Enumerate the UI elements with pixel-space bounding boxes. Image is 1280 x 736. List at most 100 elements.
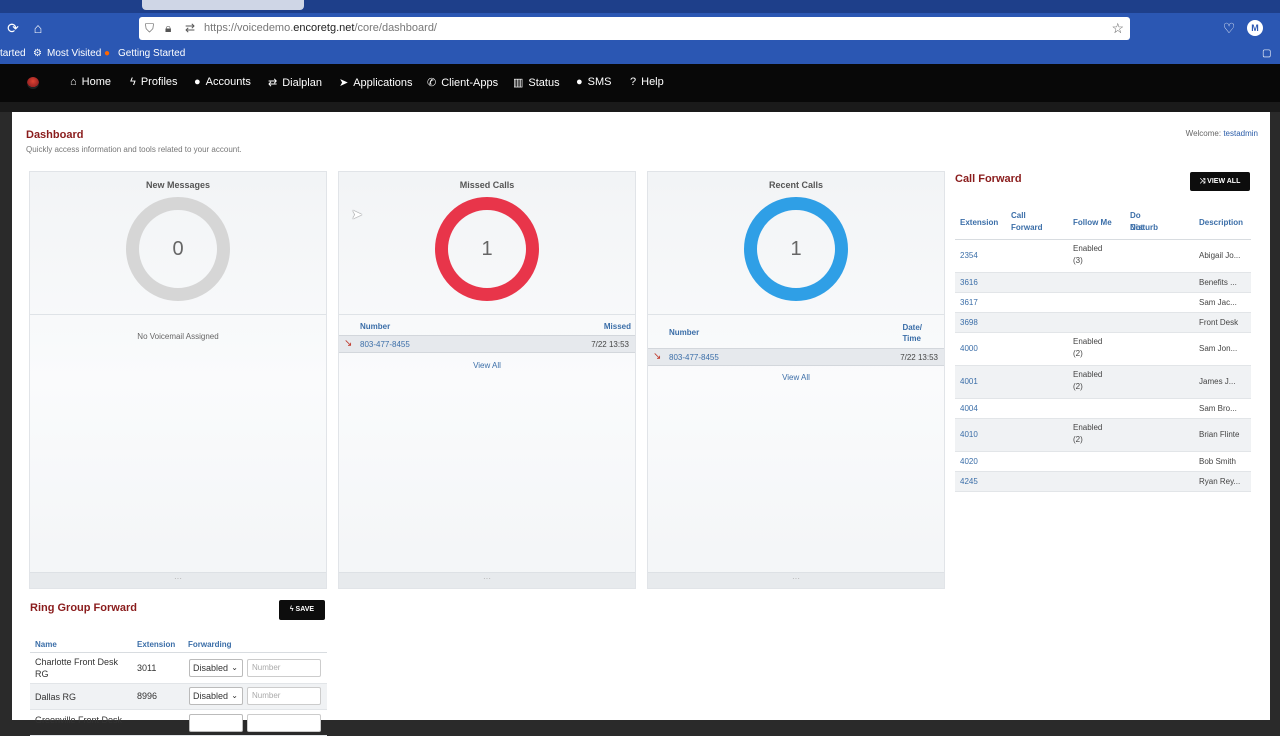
mouse-cursor-icon: ➤ — [351, 206, 363, 222]
panel-resize-handle[interactable]: ··· — [30, 572, 326, 588]
col-description: Description — [1199, 218, 1244, 227]
folder-icon[interactable]: ▢ — [1262, 48, 1271, 59]
call-time: 7/22 13:53 — [591, 340, 629, 349]
col-extension: Extension — [960, 218, 999, 227]
table-row[interactable]: 4010 Enabled (2) Brian Flinte — [955, 419, 1251, 452]
call-forward-table: Extension Call Forward Follow Me Do Not Di… — [955, 206, 1251, 492]
missed-view-all-link[interactable]: View All — [339, 361, 635, 370]
main-navigation: ⌂ Home ϟ Profiles ● Accounts ⇄ Dialplan ➤ App… — [0, 64, 1280, 102]
shield-icon: ⛉ — [145, 21, 155, 35]
missed-count-ring: 1 — [435, 197, 539, 301]
call-time: 7/22 13:53 — [900, 353, 938, 362]
home-icon: ⌂ — [70, 76, 77, 88]
nav-status[interactable]: ▥ Status — [513, 76, 560, 89]
bookmark-getting-started[interactable]: Getting Started — [118, 48, 185, 59]
divider — [30, 314, 326, 315]
forward-number-input[interactable] — [247, 714, 321, 732]
forward-number-input[interactable]: Number — [247, 659, 321, 677]
col-forwarding: Forwarding — [188, 640, 232, 649]
welcome-text: Welcome: testadmin — [1185, 129, 1258, 138]
nav-profiles[interactable]: ϟ Profiles — [130, 76, 178, 88]
chevron-down-icon: ⌄ — [231, 691, 238, 700]
panel-resize-handle[interactable]: ··· — [339, 572, 635, 588]
recent-view-all-link[interactable]: View All — [648, 373, 944, 382]
view-all-button[interactable]: ⤨ VIEW ALL — [1190, 172, 1250, 191]
messages-count: 0 — [172, 238, 184, 260]
panel-resize-handle[interactable]: ··· — [648, 572, 944, 588]
url-text: https://voicedemo.encoretg.net/core/dash… — [204, 22, 437, 34]
browser-tab-strip — [0, 0, 1280, 13]
call-forward-rows: 2354 Enabled (3) Abigail Jo... 3616 Benefits… — [955, 240, 1251, 492]
table-row[interactable]: 4004 Sam Bro... — [955, 399, 1251, 419]
recent-count-ring: 1 — [744, 197, 848, 301]
save-button[interactable]: ϟ SAVE — [279, 600, 325, 620]
bolt-icon: ϟ — [130, 76, 136, 88]
divider — [339, 314, 635, 315]
table-header: Extension Call Forward Follow Me Do Not Di… — [955, 206, 1251, 240]
table-row[interactable]: 4245 Ryan Rey... — [955, 472, 1251, 492]
table-row[interactable]: 4000 Enabled (2) Sam Jon... — [955, 333, 1251, 366]
account-avatar[interactable]: M — [1247, 20, 1263, 36]
messages-count-ring: 0 — [126, 197, 230, 301]
table-row[interactable]: 3616 Benefits ... — [955, 273, 1251, 293]
dashboard-page: Dashboard Quickly access information and… — [12, 112, 1270, 736]
new-messages-panel: New Messages 0 No Voicemail Assigned ··· — [29, 171, 327, 589]
comment-icon: ● — [576, 76, 583, 88]
app-logo[interactable] — [27, 77, 39, 89]
home-browser-icon[interactable]: ⌂ — [30, 20, 46, 36]
ring-group-title: Ring Group Forward — [30, 602, 137, 614]
table-row[interactable]: ↘ 803-477-8455 7/22 13:53 — [648, 348, 944, 366]
user-icon: ● — [194, 76, 201, 88]
bar-chart-icon: ▥ — [513, 77, 524, 89]
browser-tab[interactable] — [142, 0, 304, 10]
pocket-icon[interactable]: ♡ — [1221, 20, 1237, 36]
nav-sms[interactable]: ● SMS — [576, 76, 612, 88]
forwarding-select[interactable]: Disabled ⌄ — [189, 687, 243, 705]
table-row[interactable]: 3698 Front Desk — [955, 313, 1251, 333]
reload-icon[interactable]: ⟳ — [5, 20, 21, 36]
table-row[interactable]: 4020 Bob Smith — [955, 452, 1251, 472]
recent-count: 1 — [790, 238, 802, 260]
call-number[interactable]: 803-477-8455 — [669, 353, 719, 362]
table-row[interactable]: 4001 Enabled (2) James J... — [955, 366, 1251, 399]
nav-spacer — [0, 102, 1280, 112]
col-follow-me: Follow Me — [1073, 218, 1112, 227]
swap-icon: ⇄ — [268, 77, 278, 89]
bookmark-item[interactable]: tarted — [0, 48, 26, 59]
nav-help[interactable]: ? Help — [630, 76, 664, 88]
table-row[interactable]: 2354 Enabled (3) Abigail Jo... — [955, 240, 1251, 273]
recent-calls-panel: Recent Calls 1 Number Date/Time ↘ 803-47… — [647, 171, 945, 589]
permissions-icon[interactable]: ⇄ — [185, 21, 195, 35]
username-link[interactable]: testadmin — [1223, 129, 1258, 138]
bookmark-most-visited[interactable]: Most Visited — [47, 48, 101, 59]
forwarding-select[interactable]: Disabled ⌄ — [189, 659, 243, 677]
nav-accounts[interactable]: ● Accounts — [194, 76, 251, 88]
call-number[interactable]: 803-477-8455 — [360, 340, 410, 349]
bookmarks-bar: tarted ⚙ Most Visited ● Getting Started … — [0, 44, 1280, 64]
col-number: Number — [669, 328, 700, 337]
nav-home[interactable]: ⌂ Home — [70, 76, 111, 88]
bookmark-star-icon[interactable]: ☆ — [1111, 20, 1124, 37]
no-voicemail-text: No Voicemail Assigned — [137, 332, 219, 341]
chevron-down-icon: ⌄ — [231, 663, 238, 672]
ring-group-table: Name Extension Forwarding Charlotte Fron… — [30, 634, 327, 736]
gear-icon: ⚙ — [33, 48, 42, 59]
forwarding-select[interactable] — [189, 714, 243, 732]
lock-icon: 🔒︎ — [165, 21, 172, 35]
nav-dialplan[interactable]: ⇄ Dialplan — [268, 76, 322, 89]
missed-call-arrow-icon: ↘ — [653, 351, 662, 362]
nav-client-apps[interactable]: ✆ Client-Apps — [427, 76, 498, 89]
nav-applications[interactable]: ➤ Applications — [339, 76, 413, 89]
missed-count: 1 — [481, 238, 493, 260]
missed-calls-panel: Missed Calls 1 Number Missed ↘ 803-477-8… — [338, 171, 636, 589]
firefox-icon: ● — [104, 48, 111, 59]
divider — [648, 314, 944, 315]
col-extension: Extension — [137, 640, 176, 649]
table-row: Greenville Front Desk — [30, 710, 327, 736]
col-date-time: Date/Time — [902, 323, 922, 343]
table-row[interactable]: 3617 Sam Jac... — [955, 293, 1251, 313]
address-bar[interactable]: ⛉ 🔒︎ ⇄ https://voicedemo.encoretg.net/co… — [139, 17, 1130, 40]
forward-number-input[interactable]: Number — [247, 687, 321, 705]
table-row[interactable]: ↘ 803-477-8455 7/22 13:53 — [339, 335, 635, 353]
phone-icon: ✆ — [427, 77, 437, 89]
